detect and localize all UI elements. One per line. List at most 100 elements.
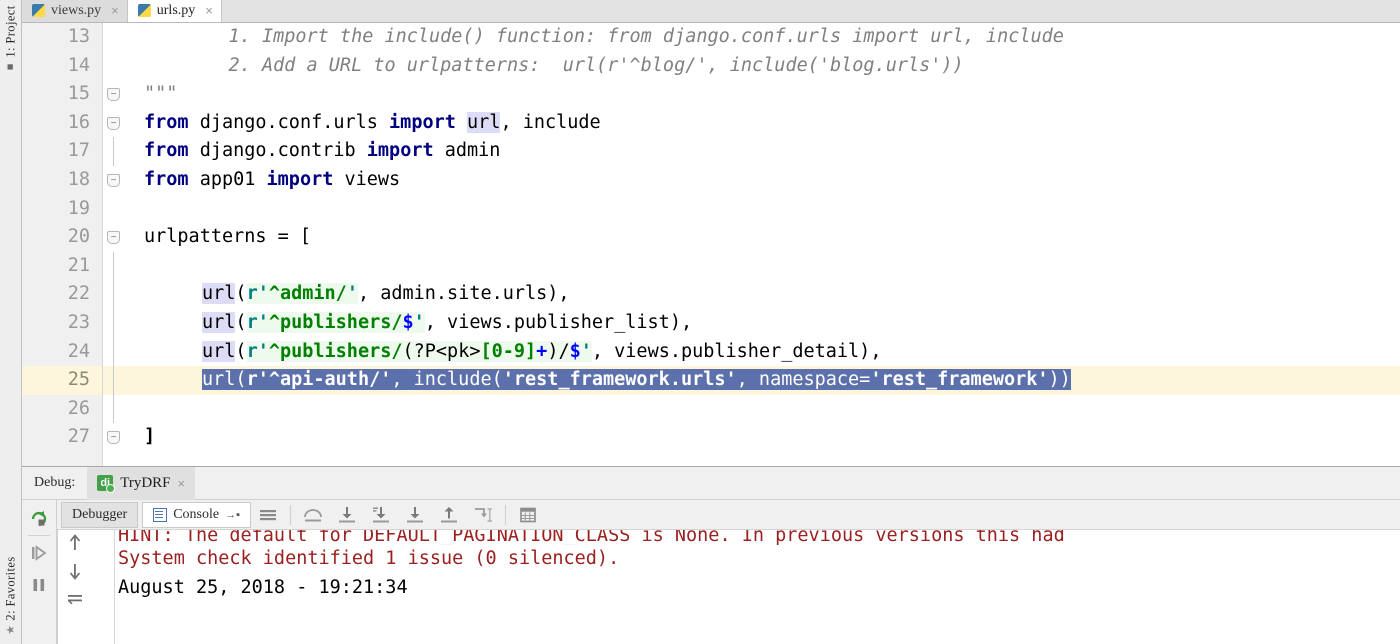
- show-options-menu-button[interactable]: [251, 501, 285, 529]
- fold-row: [103, 23, 126, 52]
- divider: [505, 504, 506, 525]
- scroll-up-button[interactable]: [58, 530, 91, 556]
- evaluate-icon: [520, 507, 536, 522]
- step-out-button[interactable]: [432, 501, 466, 529]
- line-number: 24: [67, 340, 90, 362]
- fold-row: −: [103, 80, 126, 109]
- fold-row: [103, 52, 126, 81]
- regex-char-class: [0-9]: [480, 340, 537, 362]
- tab-debugger[interactable]: Debugger: [61, 501, 139, 528]
- debug-session-tab-trydrf[interactable]: dj TryDRF ×: [87, 466, 196, 500]
- line-number: 22: [67, 283, 90, 305]
- evaluate-expression-button[interactable]: [511, 501, 545, 529]
- code-text-area[interactable]: 1. Import the include() function: from d…: [126, 23, 1400, 466]
- debug-window-label: Debug:: [34, 475, 76, 490]
- url-args: , admin.site.urls),: [357, 283, 570, 305]
- step-over-button[interactable]: [296, 501, 330, 529]
- gutter-row: 20: [22, 223, 102, 252]
- code-line-14: 2. Add a URL to urlpatterns: url(r'^blog…: [126, 52, 1400, 81]
- scroll-down-button[interactable]: [58, 556, 91, 586]
- fold-row: [103, 337, 126, 367]
- sidebar-item-project[interactable]: ■ 1: Project: [0, 3, 22, 76]
- resume-program-button[interactable]: [23, 537, 56, 569]
- pause-program-button[interactable]: [23, 569, 56, 601]
- module-path: django.conf.urls: [188, 111, 390, 133]
- tab-views-py[interactable]: views.py ×: [22, 0, 128, 22]
- step-into-button[interactable]: [330, 501, 364, 529]
- fold-region-line: [113, 251, 114, 281]
- tab-urls-py[interactable]: urls.py ×: [127, 0, 222, 22]
- namespace-string: 'rest_framework': [870, 369, 1049, 391]
- line-number: 20: [67, 226, 90, 248]
- tab-console[interactable]: Console →▪: [142, 501, 251, 528]
- tab-views-py-close-icon[interactable]: ×: [111, 3, 119, 18]
- line-number: 16: [67, 111, 90, 133]
- urlpatterns-close-bracket: ]: [144, 426, 156, 448]
- fold-start-marker-icon[interactable]: −: [107, 231, 120, 245]
- regex-pattern: ^publishers/: [268, 311, 403, 333]
- code-line-15: """: [126, 80, 1400, 109]
- urlpatterns-assignment: urlpatterns = [: [144, 226, 312, 248]
- sidebar-item-project-label: 1: Project: [3, 5, 18, 58]
- sidebar-item-favorites[interactable]: ★ 2: Favorites: [0, 554, 22, 640]
- keyword-from: from: [144, 168, 189, 190]
- url-args: , views.publisher_detail),: [591, 340, 882, 362]
- hamburger-icon: [260, 509, 276, 520]
- open-paren: (: [235, 311, 247, 333]
- gutter-row: 16: [22, 109, 102, 138]
- force-step-into-button[interactable]: [364, 501, 398, 529]
- keyword-import: import: [389, 111, 456, 133]
- step-out-icon: [441, 506, 457, 522]
- code-folding-strip[interactable]: − − − − −: [102, 23, 126, 466]
- string-quote: ': [346, 283, 358, 305]
- debug-window-header: Debug: dj TryDRF ×: [22, 466, 1400, 500]
- gutter-row-current: 25: [22, 366, 102, 395]
- import-rest: views: [333, 168, 401, 190]
- debug-session-tab-label: TryDRF: [120, 474, 171, 491]
- left-tool-rail: ■ 1: Project ★ 2: Favorites: [0, 0, 22, 644]
- fold-row: −: [103, 223, 126, 252]
- keyword-from: from: [144, 140, 189, 162]
- console-gutter: [58, 530, 115, 644]
- soft-wrap-button[interactable]: [58, 586, 91, 612]
- code-line-24: url(r'^publishers/(?P<pk>[0-9]+)/$', vie…: [126, 338, 1400, 367]
- gutter-row: 24: [22, 338, 102, 367]
- smart-step-into-button[interactable]: [398, 501, 432, 529]
- tab-urls-py-close-icon[interactable]: ×: [205, 3, 213, 18]
- open-paren: (: [235, 283, 247, 305]
- regex-anchor-end: $: [402, 311, 414, 333]
- fold-start-marker-icon[interactable]: −: [107, 116, 120, 130]
- line-number: 15: [67, 83, 90, 105]
- identifier-url-highlight: url: [467, 111, 501, 133]
- docstring-text: 2. Add a URL to urlpatterns: url(r'^blog…: [184, 54, 964, 76]
- fold-end-marker-icon[interactable]: −: [107, 431, 120, 445]
- fold-end-marker-icon[interactable]: −: [107, 88, 120, 102]
- console-output[interactable]: HINT: The default for DEFAULT_PAGINATION…: [57, 530, 1400, 644]
- debug-window-body: Debugger Console →▪ HINT: The default fo…: [22, 500, 1400, 644]
- fold-region-line: [113, 366, 114, 395]
- console-line-system-check: System check identified 1 issue (0 silen…: [118, 548, 620, 569]
- identifier-url-highlight: url: [202, 340, 236, 362]
- folder-icon: ■: [4, 60, 18, 73]
- regex-pattern: ^admin/: [268, 283, 347, 305]
- close-parens: )): [1048, 369, 1071, 391]
- console-line-timestamp: August 25, 2018 - 19:21:34: [118, 576, 408, 598]
- line-number-gutter[interactable]: 13 14 15 16 17 18 19 20 21 22 23 24 25 2…: [22, 23, 102, 466]
- debug-session-close-icon[interactable]: ×: [178, 476, 186, 491]
- pin-tab-icon[interactable]: →▪: [225, 509, 240, 521]
- import-rest: admin: [433, 140, 501, 162]
- tab-console-label: Console: [173, 506, 220, 522]
- fold-row: [103, 137, 126, 166]
- regex-group-end: )/: [547, 340, 570, 362]
- line-number: 27: [67, 426, 90, 448]
- rerun-button[interactable]: [23, 502, 56, 534]
- fold-end-marker-icon[interactable]: −: [107, 173, 120, 187]
- code-editor[interactable]: 13 14 15 16 17 18 19 20 21 22 23 24 25 2…: [22, 23, 1400, 466]
- run-to-cursor-button[interactable]: [466, 501, 500, 529]
- python-file-icon: [137, 4, 151, 17]
- resume-icon: [32, 545, 47, 561]
- regex-anchor-end: $: [569, 340, 581, 362]
- console-icon: [153, 507, 168, 522]
- console-line-clipped: HINT: The default for DEFAULT_PAGINATION…: [118, 530, 1065, 545]
- line-number: 18: [67, 168, 90, 190]
